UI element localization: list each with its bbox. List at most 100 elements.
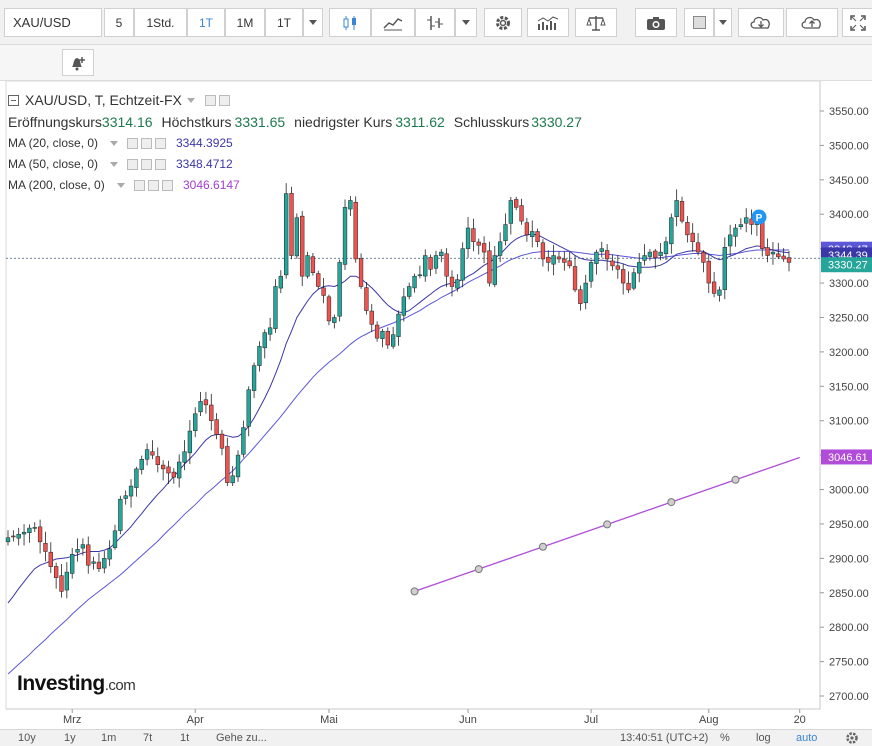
candle-body [86,544,91,566]
gear-icon[interactable] [845,731,859,745]
range-10y[interactable]: 10y [18,732,36,744]
candle-body [150,451,155,456]
candle-body [91,561,96,564]
fullscreen-button[interactable] [842,8,872,37]
candle-body [524,222,530,236]
candle-body [465,227,471,249]
range-1t[interactable]: 1t [180,732,189,744]
percent-scale-toggle[interactable]: % [720,732,730,744]
bar-chart-type-button[interactable] [415,8,455,37]
collapse-icon[interactable] [8,94,19,106]
eye-icon[interactable] [127,158,138,170]
gear-icon[interactable] [148,179,159,191]
auto-scale-toggle[interactable]: auto [796,732,817,744]
interval-1d[interactable]: 1T [187,8,225,37]
gear-icon[interactable] [141,137,152,149]
ma200-label: MA (200, close, 0) [8,178,105,192]
candle-body [674,200,679,217]
goto-date-button[interactable]: Gehe zu... [216,732,267,744]
interval-1h[interactable]: 1Std. [134,8,187,37]
investing-logo: Investing.com [17,672,136,696]
add-alert-button[interactable] [62,49,94,76]
candle-body [658,251,663,256]
legend-title: XAU/USD, T, Echtzeit-FX [25,92,182,108]
candle-body [134,468,139,488]
close-icon[interactable] [155,158,166,170]
price-tag-label: 3330.27 [828,260,868,272]
chevron-down-icon[interactable] [186,97,195,103]
candlestick-chart-button[interactable] [329,8,371,37]
candle-body [642,255,647,261]
candle-body [182,451,187,463]
candle-body [193,413,198,431]
candle-body [230,475,235,484]
area-chart-icon [383,17,403,30]
chart-type-dropdown-button[interactable] [455,8,477,37]
candle-body [637,262,642,274]
candle-body [155,456,160,466]
symbol-input[interactable]: XAU/USD [4,8,102,37]
gear-icon[interactable] [218,94,230,106]
indicators-button[interactable] [527,8,569,37]
chevron-down-icon [719,20,727,25]
x-tick-label: Mai [320,714,338,726]
y-tick-label: 3200.00 [829,347,869,359]
save-chart-button[interactable] [786,8,838,37]
settings-button[interactable] [484,8,522,37]
chevron-down-icon[interactable] [110,161,118,167]
gear-icon[interactable] [141,158,152,170]
range-1y[interactable]: 1y [64,732,76,744]
log-scale-toggle[interactable]: log [756,732,771,744]
drawing-color-button[interactable] [684,8,714,37]
candle-body [342,207,348,265]
ma200-marker [731,475,740,484]
candle-body [209,404,214,421]
chevron-down-icon[interactable] [117,182,125,188]
candle-body [535,231,540,243]
candle-body [300,215,305,277]
range-1m[interactable]: 1m [101,732,116,744]
eye-icon[interactable] [127,137,138,149]
gear-icon [496,15,510,30]
candle-body [508,200,513,224]
compare-button[interactable] [575,8,617,37]
interval-1t[interactable]: 1T [265,8,303,37]
candle-body [289,193,294,256]
eye-icon[interactable] [134,179,145,191]
bell-plus-icon [72,56,85,70]
candle-body [733,227,738,237]
p-marker-label: P [756,213,763,224]
chevron-down-icon[interactable] [110,140,118,146]
candle-body [588,262,594,282]
candle-body [578,289,583,304]
ma50-row: MA (50, close, 0) 3348.4712 [8,157,233,171]
candle-body [679,201,685,222]
scale-balance-icon [586,15,606,31]
candle-body [267,327,273,335]
range-7t[interactable]: 7t [143,732,152,744]
candle-body [80,544,86,549]
interval-5-label: 5 [115,15,123,30]
candle-body [695,242,701,253]
interval-dropdown-button[interactable] [303,8,323,37]
high-label: Höchstkurs [161,114,232,130]
candle-body [497,241,503,256]
candle-body [166,466,171,474]
interval-1t-label: 1T [276,15,291,30]
interval-5[interactable]: 5 [104,8,134,37]
close-icon[interactable] [162,179,173,191]
screenshot-button[interactable] [635,8,677,37]
close-icon[interactable] [155,137,166,149]
candle-body [594,251,599,264]
color-dropdown-button[interactable] [714,8,732,37]
area-chart-button[interactable] [371,8,415,37]
candle-body [626,282,631,291]
candle-body [471,228,476,243]
interval-1m[interactable]: 1M [225,8,265,37]
candle-body [786,257,792,263]
eye-icon[interactable] [204,94,216,106]
candle-body [198,401,203,413]
ma200-marker [603,520,612,529]
candle-body [139,458,144,470]
load-chart-button[interactable] [738,8,784,37]
